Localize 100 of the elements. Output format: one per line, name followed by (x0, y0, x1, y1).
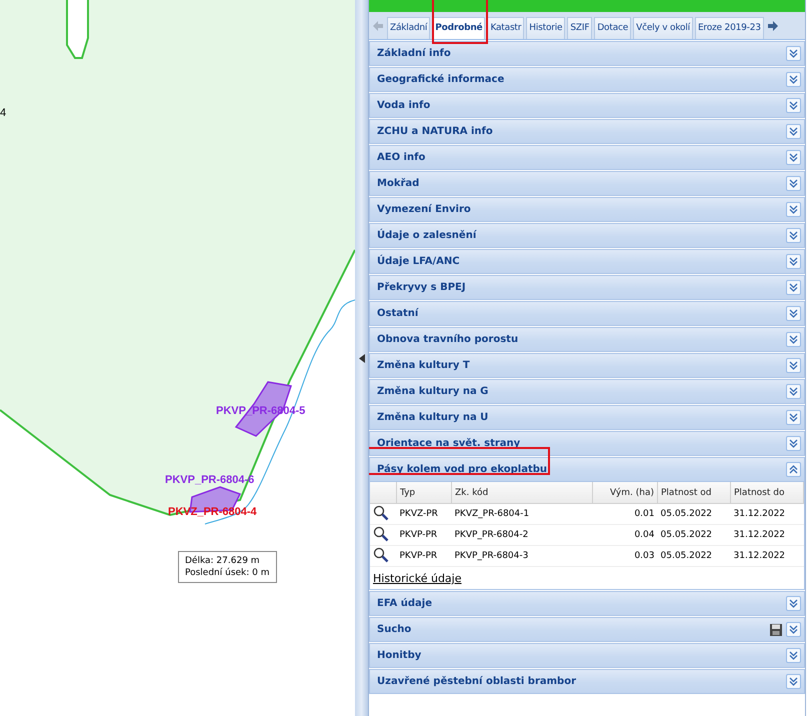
double-chevron-icon (789, 625, 798, 634)
column-header[interactable]: Platnost od (658, 482, 730, 504)
section-header[interactable]: Voda info (369, 93, 805, 118)
toggle-button[interactable] (786, 674, 801, 689)
section-header[interactable]: Honitby (369, 643, 805, 668)
toggle-button[interactable] (786, 622, 801, 637)
section-title: Překryvy s BPEJ (377, 282, 467, 293)
column-header[interactable]: Typ (396, 482, 452, 504)
tab[interactable]: Historie (526, 17, 566, 39)
double-chevron-icon (789, 231, 798, 240)
table-cell: PKVP_PR-6804-3 (452, 546, 592, 566)
tab[interactable]: Dotace (594, 17, 632, 39)
toggle-button[interactable] (786, 332, 801, 347)
toggle-button[interactable] (786, 176, 801, 191)
toggle-button[interactable] (786, 254, 801, 269)
table-cell: 0.04 (592, 524, 658, 546)
double-chevron-icon (789, 179, 798, 188)
double-chevron-icon (789, 153, 798, 162)
section-title: Základní info (377, 48, 452, 59)
toggle-button[interactable] (786, 124, 801, 139)
section-header[interactable]: Údaje LFA/ANC (369, 249, 805, 274)
section-title: AEO info (377, 152, 426, 163)
tab[interactable]: Včely v okolí (633, 17, 693, 39)
tab[interactable]: SZIF (567, 17, 592, 39)
table-cell: PKVP-PR (396, 546, 452, 566)
toggle-button[interactable] (786, 358, 801, 373)
table-cell: 0.03 (592, 546, 658, 566)
table-cell: 31.12.2022 (730, 546, 804, 566)
toggle-button[interactable] (786, 462, 801, 477)
section-header[interactable]: Ostatní (369, 301, 805, 326)
section-header[interactable]: Základní info (369, 41, 805, 66)
section-header[interactable]: AEO info (369, 145, 805, 170)
section-header[interactable]: Geografické informace (369, 67, 805, 92)
double-chevron-icon (789, 127, 798, 136)
toggle-button[interactable] (786, 72, 801, 87)
table-cell: 0.01 (592, 504, 658, 524)
section-header[interactable]: ZCHU a NATURA info (369, 119, 805, 144)
double-chevron-icon (789, 101, 798, 110)
column-header[interactable]: Platnost do (730, 482, 804, 504)
magnifier-icon[interactable] (373, 546, 389, 562)
table-cell: 05.05.2022 (658, 504, 730, 524)
magnifier-icon[interactable] (373, 504, 389, 520)
section-header[interactable]: Pásy kolem vod pro ekoplatbu (369, 457, 805, 482)
double-chevron-icon (789, 283, 798, 292)
toggle-button[interactable] (786, 306, 801, 321)
section-header[interactable]: Mokřad (369, 171, 805, 196)
section-header[interactable]: Změna kultury na G (369, 379, 805, 404)
table-cell: PKVZ_PR-6804-1 (452, 504, 592, 524)
double-chevron-icon (789, 49, 798, 58)
section-title: Sucho (377, 624, 412, 635)
toggle-button[interactable] (786, 410, 801, 425)
section-title: Ostatní (377, 308, 420, 319)
double-chevron-icon (789, 413, 798, 422)
column-header[interactable]: Zk. kód (452, 482, 592, 504)
column-header[interactable]: Vým. (ha) (592, 482, 658, 504)
double-chevron-icon (789, 465, 798, 474)
section-header[interactable]: Změna kultury na U (369, 405, 805, 430)
section-title: Změna kultury T (377, 360, 471, 371)
tab[interactable]: Eroze 2019-23 (694, 17, 764, 39)
table-cell: PKVP-PR (396, 524, 452, 546)
tab[interactable]: Podrobné (432, 17, 486, 39)
section-header[interactable]: Uzavřené pěstební oblasti brambor (369, 669, 805, 694)
section-header[interactable]: Obnova travního porostu (369, 327, 805, 352)
toggle-button[interactable] (786, 46, 801, 61)
collapse-arrow-icon[interactable] (358, 354, 364, 362)
section-title: Mokřad (377, 178, 420, 189)
history-link[interactable]: Historické údaje (370, 570, 464, 589)
section-header[interactable]: Překryvy s BPEJ (369, 275, 805, 300)
section-header[interactable]: Změna kultury T (369, 353, 805, 378)
toggle-button[interactable] (786, 150, 801, 165)
toggle-button[interactable] (786, 98, 801, 113)
table-cell: PKVP_PR-6804-2 (452, 524, 592, 546)
section-header[interactable]: Údaje o zalesnění (369, 223, 805, 248)
toggle-button[interactable] (786, 436, 801, 451)
toggle-button[interactable] (786, 596, 801, 611)
magnifier-icon[interactable] (373, 526, 389, 542)
section-title: Obnova travního porostu (377, 334, 520, 345)
toggle-button[interactable] (786, 280, 801, 295)
double-chevron-icon (789, 439, 798, 448)
table-cell: 31.12.2022 (730, 504, 804, 524)
toggle-button[interactable] (786, 384, 801, 399)
section-title: Změna kultury na G (377, 386, 490, 397)
table-cell: 31.12.2022 (730, 524, 804, 546)
section-title: Geografické informace (377, 74, 506, 85)
toggle-button[interactable] (786, 202, 801, 217)
double-chevron-icon (789, 387, 798, 396)
toggle-button[interactable] (786, 228, 801, 243)
table-cell: PKVZ-PR (396, 504, 452, 524)
double-chevron-icon (789, 677, 798, 686)
double-chevron-icon (789, 257, 798, 266)
toggle-button[interactable] (786, 648, 801, 663)
section-header[interactable]: Vymezení Enviro (369, 197, 805, 222)
tab[interactable]: Katastr (487, 17, 524, 39)
double-chevron-icon (789, 361, 798, 370)
section-header[interactable]: EFA údaje (369, 591, 805, 616)
section-header[interactable]: Sucho (369, 617, 805, 642)
tab[interactable]: Základní (387, 17, 430, 39)
section-header[interactable]: Orientace na svět. strany (369, 431, 805, 456)
section-title: Údaje o zalesnění (377, 230, 478, 241)
right-arrow-icon[interactable] (766, 18, 780, 32)
